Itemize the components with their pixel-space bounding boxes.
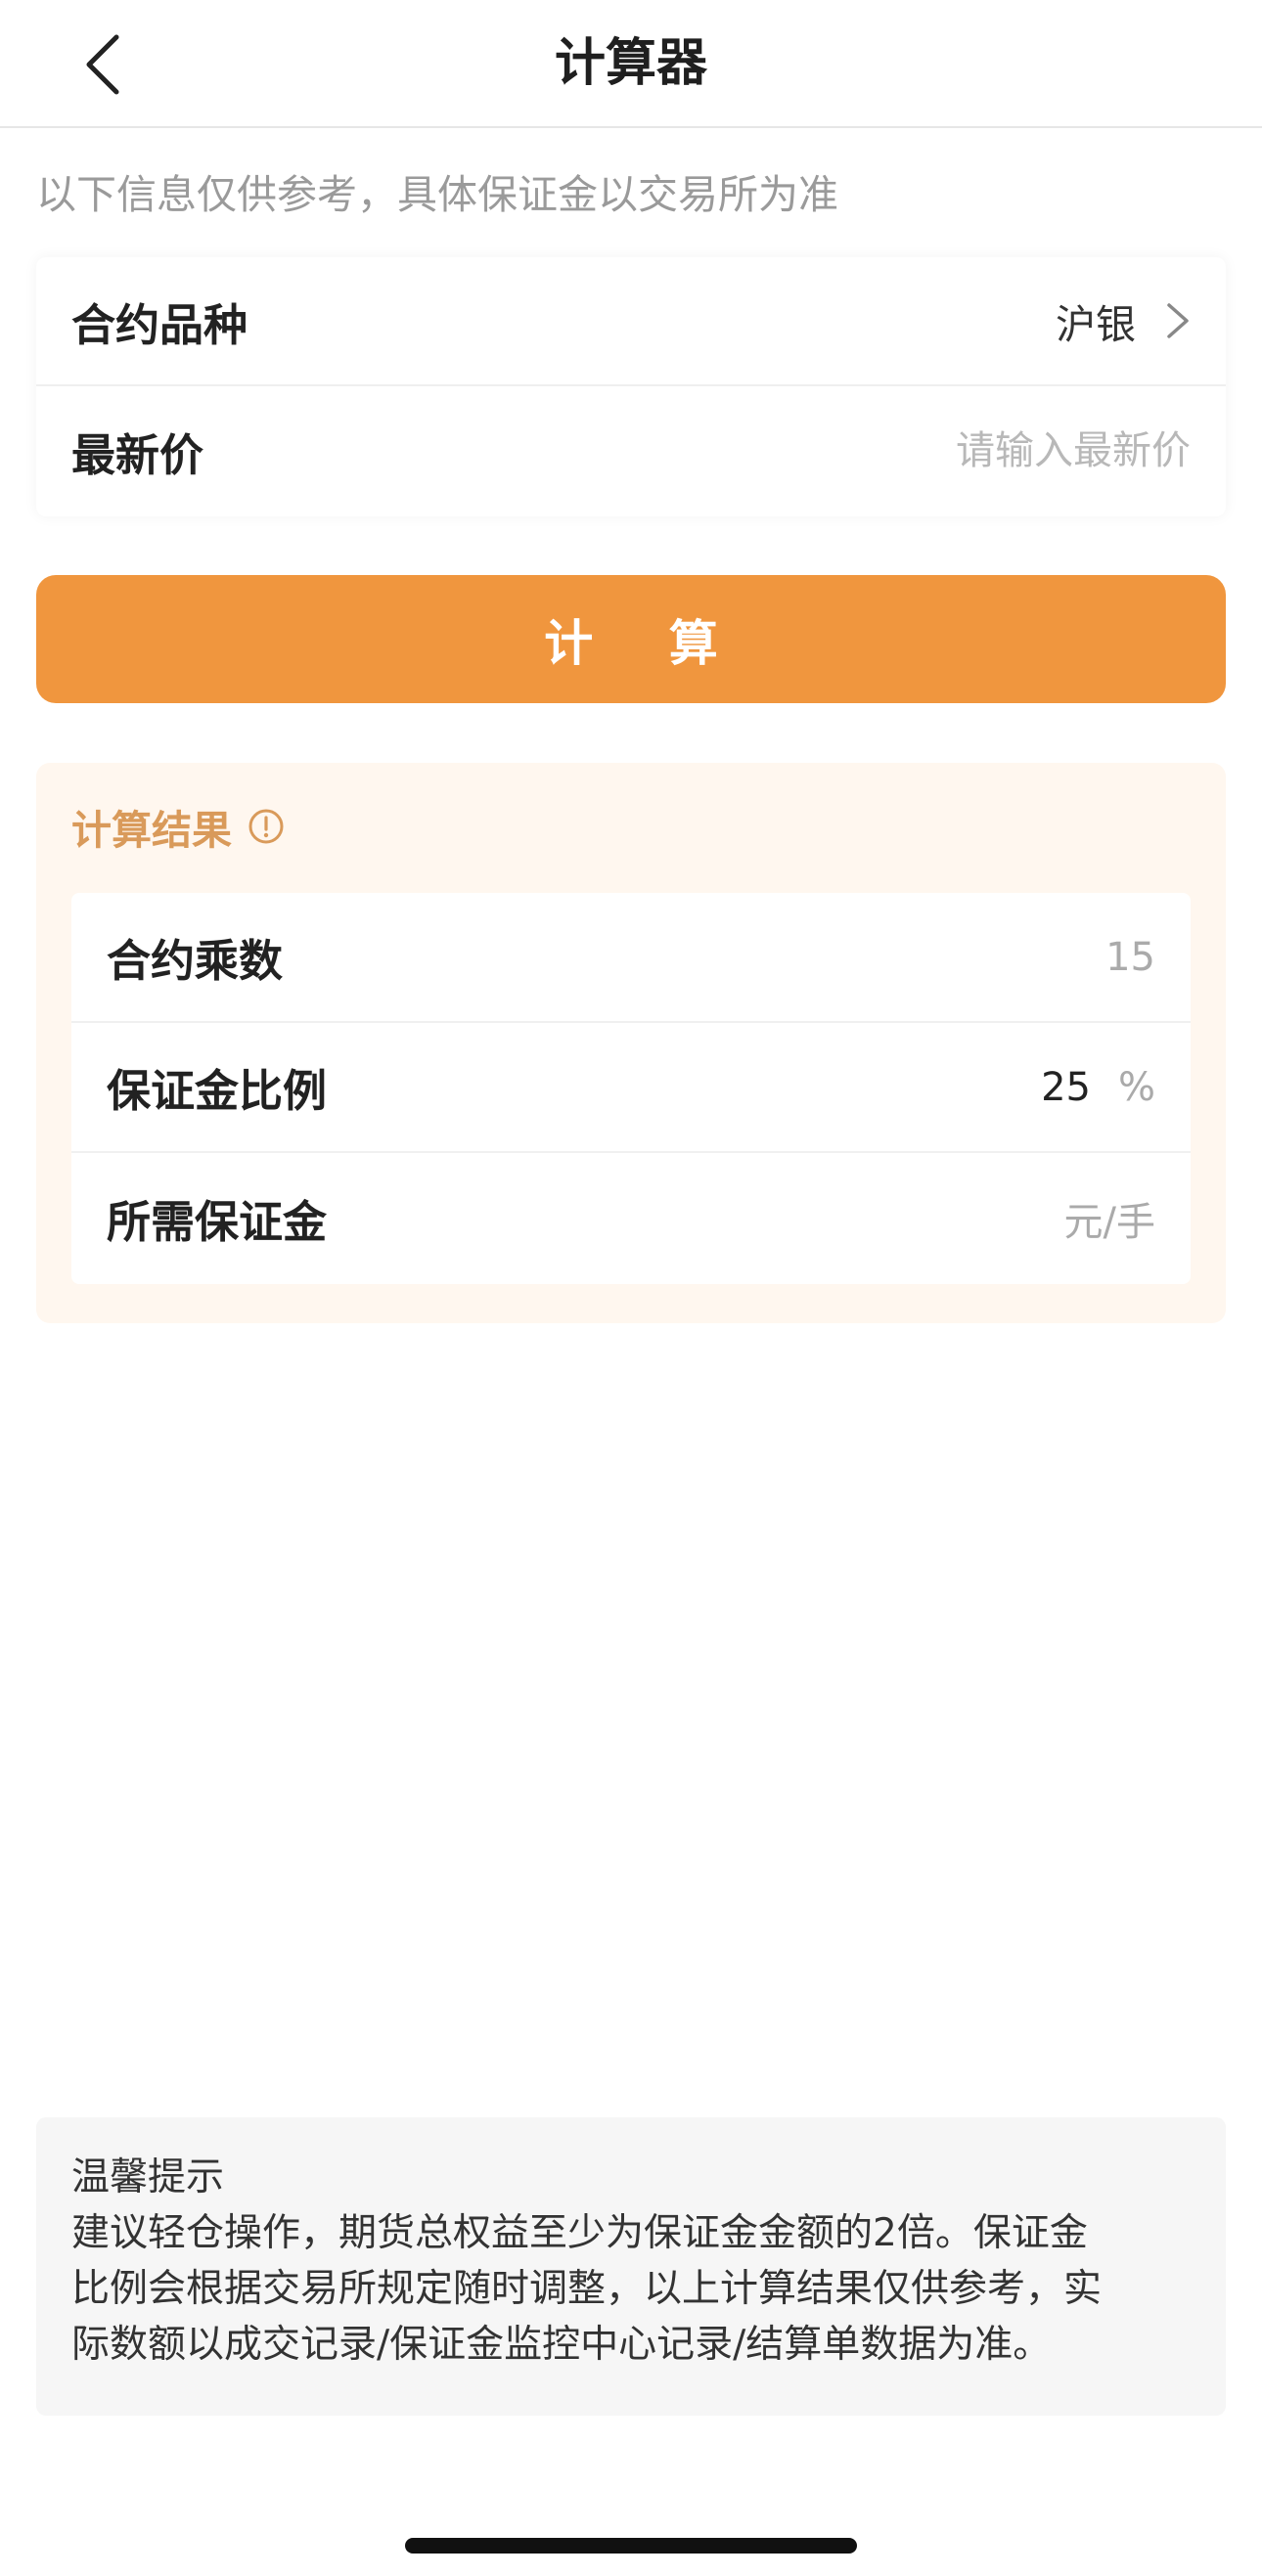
margin-ratio-value-group: 25 % bbox=[1041, 1065, 1155, 1110]
price-row: 最新价 bbox=[36, 386, 1226, 515]
chevron-right-icon bbox=[1167, 303, 1189, 338]
home-indicator[interactable] bbox=[405, 2538, 857, 2554]
tips-box: 温馨提示 建议轻仓操作，期货总权益至少为保证金金额的2倍。保证金 比例会根据交易… bbox=[36, 2117, 1226, 2416]
result-card: 合约乘数 15 保证金比例 25 % 所需保证金 元/手 bbox=[71, 893, 1191, 1284]
result-row-required-margin: 所需保证金 元/手 bbox=[71, 1153, 1191, 1283]
multiplier-value-group: 15 bbox=[1105, 935, 1155, 980]
result-title: 计算结果 bbox=[71, 807, 232, 854]
price-input[interactable] bbox=[701, 428, 1191, 473]
contract-value: 沪银 bbox=[1056, 301, 1136, 348]
result-row-margin-ratio: 保证金比例 25 % bbox=[71, 1023, 1191, 1153]
price-label: 最新价 bbox=[71, 428, 204, 481]
margin-ratio-value: 25 bbox=[1041, 1064, 1091, 1110]
calculate-button[interactable]: 计 算 bbox=[36, 575, 1226, 703]
required-margin-unit: 元/手 bbox=[1063, 1199, 1155, 1245]
contract-value-group[interactable]: 沪银 bbox=[1056, 291, 1191, 350]
navigation-bar: 计算器 bbox=[0, 0, 1262, 128]
tips-line: 际数额以成交记录/保证金监控中心记录/结算单数据为准。 bbox=[71, 2323, 1052, 2367]
input-card: 合约品种 沪银 最新价 bbox=[36, 257, 1226, 516]
page-title: 计算器 bbox=[554, 34, 707, 93]
contract-selector[interactable]: 合约品种 沪银 bbox=[36, 257, 1226, 386]
info-circle-icon[interactable] bbox=[248, 808, 285, 845]
price-input-group bbox=[701, 428, 1191, 473]
result-header: 计算结果 bbox=[71, 797, 285, 856]
contract-label: 合约品种 bbox=[71, 298, 248, 351]
tips-line: 比例会根据交易所规定随时调整，以上计算结果仅供参考，实 bbox=[71, 2267, 1103, 2311]
disclaimer-notice: 以下信息仅供参考，具体保证金以交易所为准 bbox=[36, 171, 838, 218]
margin-ratio-label: 保证金比例 bbox=[107, 1065, 328, 1117]
multiplier-value: 15 bbox=[1105, 934, 1155, 980]
required-margin-value-group: 元/手 bbox=[1064, 1190, 1155, 1247]
tips-title: 温馨提示 bbox=[71, 2155, 225, 2199]
tips-line: 建议轻仓操作，期货总权益至少为保证金金额的2倍。保证金 bbox=[71, 2211, 1088, 2255]
result-row-multiplier: 合约乘数 15 bbox=[71, 893, 1191, 1023]
required-margin-label: 所需保证金 bbox=[107, 1196, 328, 1248]
result-panel: 计算结果 合约乘数 15 保证金比例 25 % 所需保证金 元/手 bbox=[36, 763, 1226, 1323]
margin-ratio-unit: % bbox=[1117, 1064, 1155, 1110]
multiplier-label: 合约乘数 bbox=[107, 935, 284, 987]
